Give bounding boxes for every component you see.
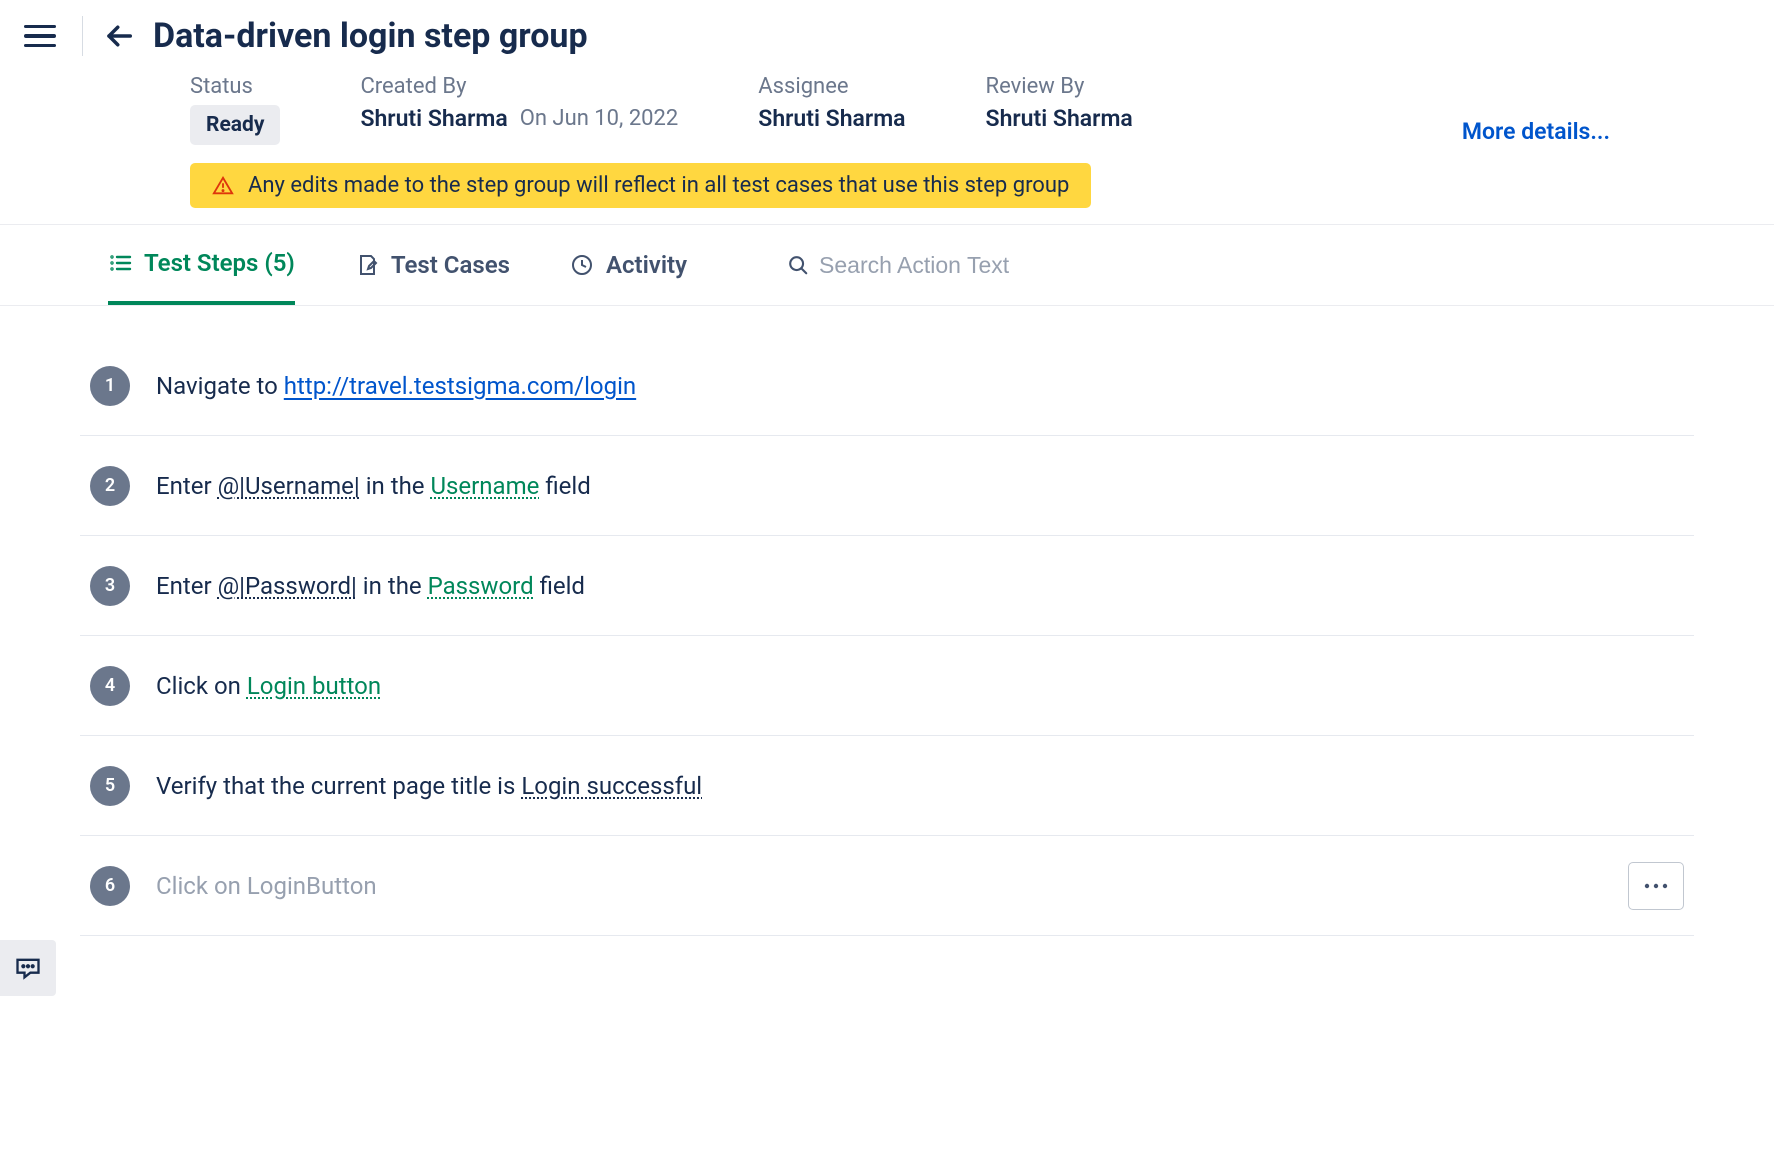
meta-created-by-value: Shruti Sharma <box>360 105 507 132</box>
hamburger-menu-button[interactable] <box>24 16 64 56</box>
step-number: 2 <box>90 466 130 506</box>
search-wrap <box>787 252 1099 279</box>
tabs-bar: Test Steps (5) Test Cases Activity <box>0 224 1774 306</box>
step-text-token: in the <box>357 572 428 600</box>
meta-review-by-value: Shruti Sharma <box>986 105 1133 132</box>
tab-test-cases[interactable]: Test Cases <box>355 225 510 305</box>
step-element-token[interactable]: Username <box>430 472 539 500</box>
meta-assignee: Assignee Shruti Sharma <box>758 74 905 132</box>
list-icon <box>108 251 132 275</box>
meta-status-label: Status <box>190 74 280 99</box>
step-text: Click on Login button <box>156 672 1694 700</box>
step-text: Enter @|Password| in the Password field <box>156 572 1694 600</box>
search-input[interactable] <box>819 252 1099 279</box>
step-text: Enter @|Username| in the Username field <box>156 472 1694 500</box>
meta-assignee-value: Shruti Sharma <box>758 105 905 132</box>
step-text-token: Enter <box>156 572 218 600</box>
tab-test-cases-label: Test Cases <box>391 251 510 279</box>
tab-activity-label: Activity <box>606 251 687 279</box>
step-element-token[interactable]: Login button <box>247 672 381 700</box>
step-value-token[interactable]: Login successful <box>521 772 702 800</box>
meta-review-by: Review By Shruti Sharma <box>986 74 1133 132</box>
tab-test-steps[interactable]: Test Steps (5) <box>108 225 295 305</box>
meta-assignee-label: Assignee <box>758 74 905 99</box>
status-badge[interactable]: Ready <box>190 105 280 145</box>
step-row[interactable]: 3 Enter @|Password| in the Password field <box>80 536 1694 636</box>
warning-icon <box>212 175 234 197</box>
step-text-token: Verify that the current page title is <box>156 772 521 800</box>
arrow-left-icon <box>104 21 134 51</box>
step-number: 3 <box>90 566 130 606</box>
step-number: 1 <box>90 366 130 406</box>
page-title: Data-driven login step group <box>153 16 588 56</box>
step-param-token[interactable]: @|Username| <box>218 472 360 500</box>
meta-status: Status Ready <box>190 74 280 145</box>
step-row[interactable]: 1 Navigate to http://travel.testsigma.com… <box>80 336 1694 436</box>
search-icon <box>787 254 809 276</box>
meta-created-by-label: Created By <box>360 74 678 99</box>
step-element-token[interactable]: Password <box>428 572 534 600</box>
step-row[interactable]: 2 Enter @|Username| in the Username field <box>80 436 1694 536</box>
warning-banner: Any edits made to the step group will re… <box>190 163 1091 208</box>
step-more-button[interactable] <box>1628 862 1684 910</box>
clock-icon <box>570 253 594 277</box>
meta-row: Status Ready Created By Shruti Sharma On… <box>0 64 1774 145</box>
step-text-token: Click on <box>156 672 247 700</box>
step-text-token: in the <box>360 472 431 500</box>
step-text: Click on LoginButton <box>156 872 1602 900</box>
step-text-token: Enter <box>156 472 218 500</box>
more-horizontal-icon <box>1643 882 1669 890</box>
step-text-token: field <box>539 472 590 500</box>
chat-icon <box>14 954 42 982</box>
header-bar: Data-driven login step group <box>0 0 1774 64</box>
step-row[interactable]: 4 Click on Login button <box>80 636 1694 736</box>
back-button[interactable] <box>101 18 137 54</box>
step-text-token: field <box>534 572 585 600</box>
step-number: 4 <box>90 666 130 706</box>
step-number: 5 <box>90 766 130 806</box>
document-edit-icon <box>355 253 379 277</box>
step-text: Verify that the current page title is Lo… <box>156 772 1694 800</box>
steps-list: 1 Navigate to http://travel.testsigma.com… <box>0 306 1774 936</box>
meta-created-on: On Jun 10, 2022 <box>520 106 679 131</box>
step-number: 6 <box>90 866 130 906</box>
step-placeholder-text[interactable]: Click on LoginButton <box>156 872 377 900</box>
tab-test-steps-label: Test Steps (5) <box>144 249 295 277</box>
more-details-link[interactable]: More details... <box>1462 92 1750 145</box>
step-text-token: Navigate to <box>156 372 284 400</box>
scrollbar[interactable] <box>1758 280 1774 1166</box>
divider <box>82 16 83 56</box>
step-row[interactable]: 5 Verify that the current page title is L… <box>80 736 1694 836</box>
step-text: Navigate to http://travel.testsigma.com/… <box>156 372 1694 400</box>
meta-review-by-label: Review By <box>986 74 1133 99</box>
step-param-token[interactable]: @|Password| <box>218 572 357 600</box>
step-row[interactable]: 6 Click on LoginButton <box>80 836 1694 936</box>
meta-created-by: Created By Shruti Sharma On Jun 10, 2022 <box>360 74 678 132</box>
warning-text: Any edits made to the step group will re… <box>248 173 1069 198</box>
chat-widget-button[interactable] <box>0 940 56 996</box>
step-url-token[interactable]: http://travel.testsigma.com/login <box>284 372 636 400</box>
tab-activity[interactable]: Activity <box>570 225 687 305</box>
